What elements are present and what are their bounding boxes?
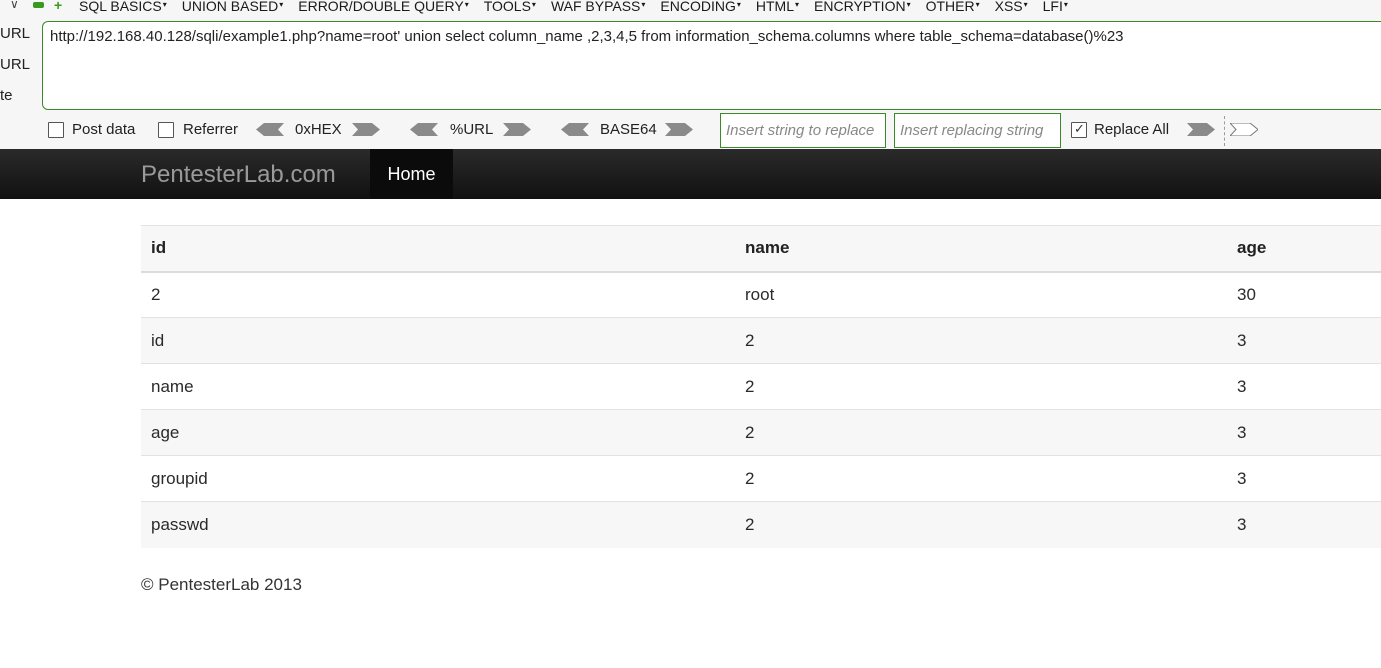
referrer-checkbox[interactable] <box>158 122 174 138</box>
base64-decode-arrow-icon[interactable] <box>561 123 589 136</box>
referrer-label: Referrer <box>183 121 239 138</box>
header-id: id <box>151 238 167 258</box>
cell-id: age <box>151 422 180 442</box>
cell-age: 3 <box>1237 422 1247 442</box>
menu-label: SQL BASICS <box>79 0 162 14</box>
cell-name: 2 <box>745 422 755 442</box>
menu-label: ERROR/DOUBLE QUERY <box>298 0 464 14</box>
menu-label: WAF BYPASS <box>550 0 641 14</box>
load-url-button[interactable]: URL <box>0 24 30 55</box>
menu-lfi[interactable]: LFI▾ <box>1043 0 1068 13</box>
cell-name: root <box>745 284 775 304</box>
base64-label: BASE64 <box>600 121 657 138</box>
nav-home-link[interactable]: Home <box>370 149 453 199</box>
page-footer: © PentesterLab 2013 <box>141 575 302 594</box>
caret-icon: ▾ <box>736 0 741 9</box>
cell-age: 3 <box>1237 468 1247 488</box>
results-table: id name age 2 root 30 id 2 3 name 2 3 ag… <box>141 225 1381 548</box>
caret-icon: ▾ <box>162 0 167 9</box>
url-encode-label: %URL <box>450 121 494 138</box>
caret-icon: ▾ <box>464 0 469 9</box>
table-header-row: id name age <box>141 225 1381 272</box>
cell-age: 3 <box>1237 376 1247 396</box>
add-icon[interactable]: + <box>54 0 62 12</box>
cell-id: 2 <box>151 284 161 304</box>
menu-label: LFI <box>1042 0 1063 14</box>
cell-id: groupid <box>151 468 208 488</box>
cell-name: 2 <box>745 468 755 488</box>
hackbar-panel: ∨ + SQL BASICS▾ UNION BASED▾ ERROR/DOUBL… <box>0 0 1381 149</box>
cell-name: 2 <box>745 376 755 396</box>
menu-items: SQL BASICS▾ UNION BASED▾ ERROR/DOUBLE QU… <box>79 0 1083 13</box>
menu-html[interactable]: HTML▾ <box>756 0 799 13</box>
header-name: name <box>745 238 790 258</box>
hex-decode-arrow-icon[interactable] <box>256 123 284 136</box>
menu-sql-basics[interactable]: SQL BASICS▾ <box>79 0 167 13</box>
url-encode-arrow-icon[interactable] <box>503 123 531 136</box>
caret-icon: ▾ <box>641 0 646 9</box>
table-header: id name age <box>141 225 1381 272</box>
caret-icon: ▾ <box>1023 0 1028 9</box>
hex-label: 0xHEX <box>295 121 342 138</box>
chevron-down-icon[interactable]: ∨ <box>10 0 19 11</box>
caret-icon: ▾ <box>279 0 284 9</box>
replace-string-input[interactable]: Insert replacing string <box>894 113 1061 148</box>
menu-encryption[interactable]: ENCRYPTION▾ <box>814 0 911 13</box>
menu-other[interactable]: OTHER▾ <box>926 0 980 13</box>
caret-icon: ▾ <box>906 0 911 9</box>
url-decode-arrow-icon[interactable] <box>410 123 438 136</box>
menu-label: TOOLS <box>483 0 531 14</box>
cell-id: passwd <box>151 514 209 534</box>
brand-logo[interactable]: PentesterLab.com <box>141 161 336 189</box>
menu-label: UNION BASED <box>181 0 279 14</box>
menu-label: XSS <box>994 0 1023 14</box>
menu-label: ENCRYPTION <box>814 0 906 14</box>
menu-label: ENCODING <box>660 0 736 14</box>
site-navbar: PentesterLab.com Home <box>0 149 1381 199</box>
menu-encoding[interactable]: ENCODING▾ <box>660 0 740 13</box>
table-row: age 2 3 <box>141 409 1381 456</box>
cell-age: 30 <box>1237 284 1256 304</box>
table-row: id 2 3 <box>141 317 1381 364</box>
menu-xss[interactable]: XSS▾ <box>995 0 1028 13</box>
toolbar-divider <box>1224 116 1225 146</box>
cell-id: id <box>151 330 165 350</box>
replace-all-checkbox[interactable] <box>1071 121 1087 138</box>
menu-tools[interactable]: TOOLS▾ <box>484 0 536 13</box>
cell-id: name <box>151 376 194 396</box>
replace-next-arrow-icon[interactable] <box>1230 123 1258 136</box>
url-textarea[interactable]: http://192.168.40.128/sqli/example1.php?… <box>42 21 1381 110</box>
post-data-checkbox[interactable] <box>48 122 64 138</box>
menu-error-double-query[interactable]: ERROR/DOUBLE QUERY▾ <box>298 0 468 13</box>
menu-union-based[interactable]: UNION BASED▾ <box>182 0 283 13</box>
menu-waf-bypass[interactable]: WAF BYPASS▾ <box>551 0 645 13</box>
table-body: 2 root 30 id 2 3 name 2 3 age 2 3 groupi… <box>141 271 1381 548</box>
menu-label: OTHER <box>925 0 975 14</box>
table-row: groupid 2 3 <box>141 455 1381 502</box>
header-age: age <box>1237 238 1267 258</box>
cell-name: 2 <box>745 330 755 350</box>
side-action-labels: URL URL te <box>0 24 30 117</box>
replace-arrow-icon[interactable] <box>1187 123 1215 136</box>
post-data-label: Post data <box>72 121 136 138</box>
cell-name: 2 <box>745 514 755 534</box>
hex-encode-arrow-icon[interactable] <box>352 123 380 136</box>
remove-icon[interactable] <box>33 2 44 8</box>
replace-all-label: Replace All <box>1094 121 1170 138</box>
find-string-input[interactable]: Insert string to replace <box>720 113 886 148</box>
cell-age: 3 <box>1237 330 1247 350</box>
split-url-button[interactable]: URL <box>0 55 30 86</box>
table-row: passwd 2 3 <box>141 501 1381 548</box>
table-row: 2 root 30 <box>141 271 1381 318</box>
hackbar-toolbar: Post data Referrer 0xHEX %URL BASE64 Ins… <box>0 112 1381 148</box>
base64-encode-arrow-icon[interactable] <box>665 123 693 136</box>
caret-icon: ▾ <box>795 0 800 9</box>
hackbar-menu: ∨ + SQL BASICS▾ UNION BASED▾ ERROR/DOUBL… <box>0 0 1381 16</box>
caret-icon: ▾ <box>531 0 536 9</box>
cell-age: 3 <box>1237 514 1247 534</box>
caret-icon: ▾ <box>1063 0 1068 9</box>
table-row: name 2 3 <box>141 363 1381 410</box>
menu-label: HTML <box>755 0 795 14</box>
caret-icon: ▾ <box>975 0 980 9</box>
